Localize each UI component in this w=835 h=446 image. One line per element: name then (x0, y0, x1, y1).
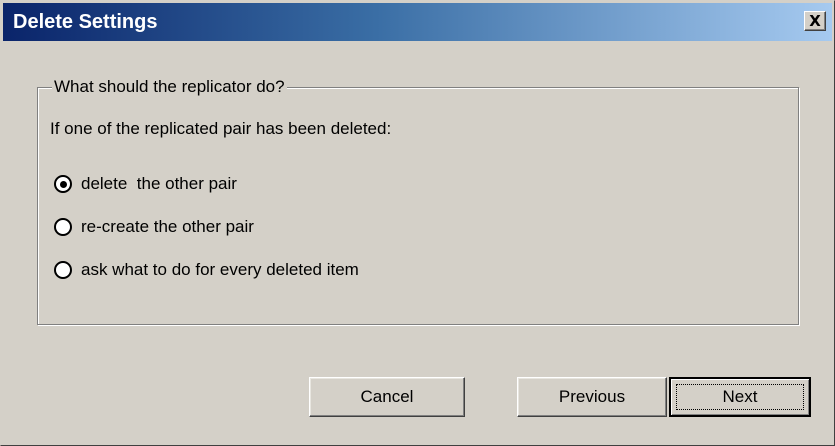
delete-settings-dialog: Delete Settings X What should the replic… (0, 0, 835, 446)
radio-button-icon[interactable] (54, 218, 72, 236)
title-bar[interactable]: Delete Settings X (3, 3, 832, 41)
previous-button[interactable]: Previous (517, 377, 667, 417)
close-icon: X (809, 12, 821, 30)
focus-rectangle (676, 384, 804, 410)
radio-button-icon[interactable] (54, 261, 72, 279)
radio-ask-every-item[interactable]: ask what to do for every deleted item (54, 258, 359, 282)
radio-label: delete the other pair (81, 174, 237, 193)
instruction-text: If one of the replicated pair has been d… (50, 119, 392, 138)
close-button[interactable]: X (804, 11, 826, 31)
replicator-action-group: What should the replicator do? If one of… (37, 76, 799, 325)
next-button[interactable]: Next (669, 377, 811, 417)
group-legend: What should the replicator do? (52, 76, 287, 98)
cancel-button[interactable]: Cancel (309, 377, 465, 417)
radio-delete-other-pair[interactable]: delete the other pair (54, 172, 237, 196)
radio-button-selected-icon[interactable] (54, 175, 72, 193)
window-title: Delete Settings (13, 11, 158, 33)
radio-label: ask what to do for every deleted item (81, 260, 359, 279)
radio-label: re-create the other pair (81, 217, 254, 236)
radio-recreate-other-pair[interactable]: re-create the other pair (54, 215, 254, 239)
